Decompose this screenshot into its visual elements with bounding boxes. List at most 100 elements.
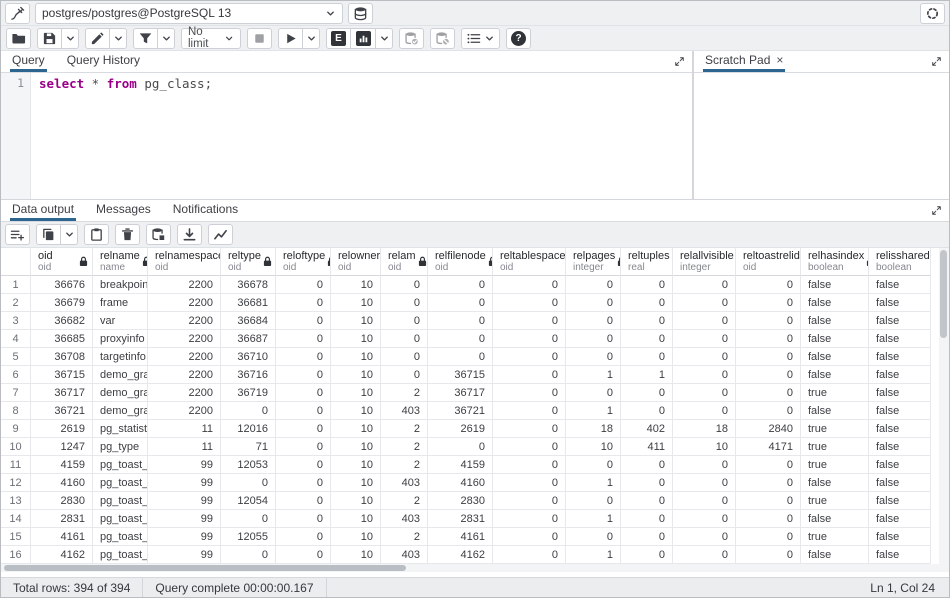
cell-reloftype[interactable]: 0 [276, 528, 331, 546]
new-connection-button[interactable] [348, 3, 373, 24]
column-header-relpages[interactable]: relpagesinteger [566, 248, 621, 276]
cell-oid[interactable]: 36715 [31, 366, 93, 384]
cell-reltablespace[interactable]: 0 [493, 294, 566, 312]
cell-relname[interactable]: pg_statist… [93, 420, 148, 438]
cell-reloftype[interactable]: 0 [276, 474, 331, 492]
cell-relallvisible[interactable]: 0 [673, 294, 736, 312]
cell-reltablespace[interactable]: 0 [493, 492, 566, 510]
row-number-cell[interactable]: 12 [1, 474, 31, 492]
vertical-scrollbar[interactable] [939, 248, 949, 572]
cell-relnamespace[interactable]: 2200 [148, 366, 221, 384]
cell-relpages[interactable]: 10 [566, 438, 621, 456]
cell-reltype[interactable]: 36678 [221, 276, 276, 294]
refresh-button[interactable] [920, 3, 945, 24]
cell-relallvisible[interactable]: 0 [673, 366, 736, 384]
cell-relnamespace[interactable]: 2200 [148, 312, 221, 330]
cell-reltoastrelid[interactable]: 0 [736, 402, 801, 420]
cell-reloftype[interactable]: 0 [276, 456, 331, 474]
column-header-relallvisible[interactable]: relallvisibleinteger [673, 248, 736, 276]
filter-options-button[interactable] [158, 28, 175, 49]
cell-oid[interactable]: 1247 [31, 438, 93, 456]
cell-relisshared[interactable]: false [869, 456, 931, 474]
row-number-cell[interactable]: 11 [1, 456, 31, 474]
cell-relfilenode[interactable]: 0 [428, 276, 493, 294]
add-row-button[interactable] [5, 224, 30, 245]
cell-reltablespace[interactable]: 0 [493, 510, 566, 528]
cell-relname[interactable]: demo_gra… [93, 402, 148, 420]
cell-reloftype[interactable]: 0 [276, 402, 331, 420]
cell-relam[interactable]: 0 [381, 348, 428, 366]
explain-options-button[interactable] [376, 28, 393, 49]
cell-relowner[interactable]: 10 [331, 294, 381, 312]
connection-status-button[interactable] [5, 3, 30, 24]
cell-relowner[interactable]: 10 [331, 492, 381, 510]
cell-relhasindex[interactable]: false [801, 474, 869, 492]
cell-relname[interactable]: frame [93, 294, 148, 312]
row-number-cell[interactable]: 8 [1, 402, 31, 420]
execute-button[interactable] [278, 28, 303, 49]
cell-relfilenode[interactable]: 0 [428, 438, 493, 456]
cell-relpages[interactable]: 0 [566, 294, 621, 312]
row-number-cell[interactable]: 13 [1, 492, 31, 510]
cell-relam[interactable]: 0 [381, 366, 428, 384]
cell-reltoastrelid[interactable]: 0 [736, 276, 801, 294]
cell-relhasindex[interactable]: true [801, 492, 869, 510]
cell-relnamespace[interactable]: 2200 [148, 348, 221, 366]
cell-relisshared[interactable]: false [869, 348, 931, 366]
cell-relam[interactable]: 2 [381, 438, 428, 456]
cell-reltype[interactable]: 36687 [221, 330, 276, 348]
macros-button[interactable] [461, 28, 500, 49]
column-header-reltuples[interactable]: reltuplesreal [621, 248, 673, 276]
cell-reloftype[interactable]: 0 [276, 438, 331, 456]
cell-reltablespace[interactable]: 0 [493, 456, 566, 474]
rollback-button[interactable] [430, 28, 455, 49]
cell-relam[interactable]: 403 [381, 402, 428, 420]
cell-relhasindex[interactable]: false [801, 366, 869, 384]
cell-relfilenode[interactable]: 4160 [428, 474, 493, 492]
cell-relallvisible[interactable]: 0 [673, 528, 736, 546]
cell-relowner[interactable]: 10 [331, 474, 381, 492]
cell-relfilenode[interactable]: 2830 [428, 492, 493, 510]
row-number-cell[interactable]: 2 [1, 294, 31, 312]
cell-relname[interactable]: pg_toast_… [93, 456, 148, 474]
cell-oid[interactable]: 4161 [31, 528, 93, 546]
cell-relallvisible[interactable]: 18 [673, 420, 736, 438]
cell-relam[interactable]: 2 [381, 492, 428, 510]
row-limit-select[interactable]: No limit [181, 28, 241, 49]
cell-reltoastrelid[interactable]: 2840 [736, 420, 801, 438]
cell-relpages[interactable]: 1 [566, 474, 621, 492]
cell-reltype[interactable]: 0 [221, 546, 276, 564]
cell-relhasindex[interactable]: false [801, 276, 869, 294]
cell-relfilenode[interactable]: 0 [428, 330, 493, 348]
cell-reltuples[interactable]: 0 [621, 492, 673, 510]
close-icon[interactable]: × [776, 53, 783, 67]
cell-reltuples[interactable]: 0 [621, 528, 673, 546]
cell-reloftype[interactable]: 0 [276, 384, 331, 402]
copy-options-button[interactable] [61, 224, 78, 245]
cell-relname[interactable]: breakpoint [93, 276, 148, 294]
cancel-query-button[interactable] [247, 28, 272, 49]
cell-relname[interactable]: demo_gra… [93, 384, 148, 402]
cell-reltype[interactable]: 36684 [221, 312, 276, 330]
cell-reltablespace[interactable]: 0 [493, 474, 566, 492]
cell-relnamespace[interactable]: 11 [148, 438, 221, 456]
cell-relfilenode[interactable]: 36715 [428, 366, 493, 384]
cell-relowner[interactable]: 10 [331, 348, 381, 366]
cell-reltoastrelid[interactable]: 0 [736, 348, 801, 366]
cell-relallvisible[interactable]: 0 [673, 276, 736, 294]
edit-button[interactable] [85, 28, 110, 49]
cell-relhasindex[interactable]: true [801, 384, 869, 402]
cell-oid[interactable]: 36708 [31, 348, 93, 366]
cell-relpages[interactable]: 18 [566, 420, 621, 438]
cell-relnamespace[interactable]: 2200 [148, 294, 221, 312]
column-header-relname[interactable]: relnamename [93, 248, 148, 276]
row-number-cell[interactable]: 7 [1, 384, 31, 402]
cell-relisshared[interactable]: false [869, 510, 931, 528]
cell-relallvisible[interactable]: 0 [673, 312, 736, 330]
cell-relhasindex[interactable]: true [801, 420, 869, 438]
cell-reltoastrelid[interactable]: 0 [736, 528, 801, 546]
cell-relpages[interactable]: 0 [566, 528, 621, 546]
cell-relpages[interactable]: 1 [566, 546, 621, 564]
cell-relpages[interactable]: 1 [566, 402, 621, 420]
cell-reloftype[interactable]: 0 [276, 420, 331, 438]
